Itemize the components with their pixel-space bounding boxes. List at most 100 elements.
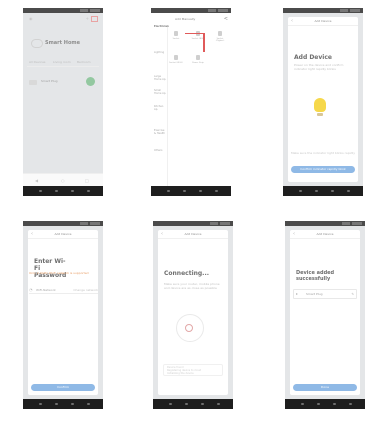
screen-added-success: ‹ Add Device Device added successfully ▸… <box>285 221 365 409</box>
nav-key[interactable] <box>169 403 172 405</box>
nav-key[interactable] <box>333 403 336 405</box>
tab-all[interactable]: All Devices <box>29 60 46 64</box>
nav-key[interactable] <box>87 190 90 192</box>
light-bulb-icon <box>314 98 326 112</box>
system-nav-bar <box>23 399 103 409</box>
nav-key[interactable] <box>71 190 74 192</box>
device-list-item[interactable]: Smart Plug <box>27 70 99 94</box>
power-toggle[interactable] <box>86 77 95 86</box>
home-switch-icon[interactable]: ◉ <box>29 16 33 21</box>
add-manually-page: Add Manually < Electrician Lighting Larg… <box>151 13 231 186</box>
add-device-subtitle: Power on the device and confirm indicato… <box>294 63 344 71</box>
status-icons <box>210 222 230 225</box>
progress-indicator <box>185 324 193 332</box>
wifi-name: WiFi-Network <box>36 288 56 292</box>
nav-key[interactable] <box>55 190 58 192</box>
device-tile[interactable]: Power Strip <box>191 55 205 64</box>
device-tile[interactable]: Socket (Zigbee) <box>213 31 227 42</box>
screen-add-device: ‹ Add Device Add Device Power on the dev… <box>283 8 363 196</box>
tab-home-icon[interactable]: ◀ <box>35 178 38 183</box>
nav-key[interactable] <box>185 403 188 405</box>
tab-living[interactable]: Living room <box>53 60 71 64</box>
tab-bedroom[interactable]: Bedroom <box>77 60 91 64</box>
nav-key[interactable] <box>39 190 42 192</box>
nav-key[interactable] <box>299 190 302 192</box>
confirm-button[interactable]: Confirm <box>31 384 95 391</box>
step-3: Initializing the device <box>167 372 194 375</box>
system-nav-bar <box>285 399 365 409</box>
socket-icon <box>218 31 222 36</box>
status-icons <box>80 9 100 12</box>
plug-icon: ▸ <box>296 291 299 296</box>
nav-key[interactable] <box>201 403 204 405</box>
device-tile[interactable]: Socket <box>169 31 183 40</box>
edit-icon[interactable]: ✎ <box>351 292 354 296</box>
page-title: Add Device <box>314 19 332 23</box>
nav-key[interactable] <box>71 403 74 405</box>
change-network-link[interactable]: Change network <box>73 288 98 292</box>
page-header: Add Manually < <box>151 13 231 23</box>
category-health[interactable]: Exercise & Health <box>154 129 167 135</box>
nav-key[interactable] <box>39 403 42 405</box>
category-electrician[interactable]: Electrician <box>154 25 169 28</box>
category-large-appliance[interactable]: Large Home Ap. <box>154 75 167 81</box>
page-header: ‹ Add Device <box>288 17 358 26</box>
page-header: ‹ Add Device <box>28 230 98 239</box>
wifi-heading: Enter Wi-Fi Password <box>34 258 67 279</box>
wifi-icon: ◔ <box>29 287 33 292</box>
system-nav-bar <box>283 186 363 196</box>
nav-key[interactable] <box>301 403 304 405</box>
category-kitchen[interactable]: Kitchen Ap. <box>154 105 167 111</box>
category-sidebar: Electrician Lighting Large Home Ap. Smal… <box>151 25 169 186</box>
system-nav-bar <box>153 399 233 409</box>
nav-key[interactable] <box>55 403 58 405</box>
plug-icon <box>29 80 37 85</box>
nav-key[interactable] <box>199 190 202 192</box>
page-title: Add Device <box>316 232 334 236</box>
nav-key[interactable] <box>349 403 352 405</box>
page-title: Add Manually <box>175 17 196 21</box>
status-bar <box>153 221 233 226</box>
home-icon <box>31 39 43 48</box>
add-device-icon[interactable]: + <box>86 16 89 21</box>
nav-key[interactable] <box>87 403 90 405</box>
light-bulb-base <box>317 113 323 116</box>
screen-wifi-password: ‹ Add Device Enter Wi-Fi Password Only 2… <box>23 221 103 409</box>
screen-connecting: ‹ Add Device Connecting... Make sure you… <box>153 221 233 409</box>
scan-icon[interactable]: < <box>224 16 228 22</box>
home-header: ◉ + <box>25 13 101 23</box>
nav-key[interactable] <box>315 190 318 192</box>
confirm-blink-button[interactable]: Confirm indicator rapidly blink <box>291 166 355 173</box>
nav-key[interactable] <box>215 190 218 192</box>
add-device-heading: Add Device <box>294 54 332 61</box>
success-heading: Device added successfully <box>296 270 335 282</box>
category-lighting[interactable]: Lighting <box>154 51 164 54</box>
category-small-appliance[interactable]: Small Home Ap. <box>154 89 167 95</box>
bottom-tab-bar: ◀ ○ □ <box>23 173 103 186</box>
nav-key[interactable] <box>183 190 186 192</box>
nav-key[interactable] <box>317 403 320 405</box>
tab-me-icon[interactable]: □ <box>85 178 89 183</box>
device-tile[interactable]: Socket (Wi-Fi) <box>169 55 183 64</box>
status-bar <box>285 221 365 226</box>
menu-icon[interactable] <box>91 16 98 22</box>
device-name: Smart Plug <box>41 79 58 83</box>
tab-smart-icon[interactable]: ○ <box>61 178 65 183</box>
category-others[interactable]: Others <box>154 149 162 152</box>
nav-key[interactable] <box>347 190 350 192</box>
system-nav-bar <box>23 186 103 196</box>
power-strip-icon <box>196 55 200 60</box>
wifi-network-row[interactable]: ◔ WiFi-Network Change network <box>29 287 98 294</box>
done-button[interactable]: Done <box>293 384 357 391</box>
system-nav-bar <box>151 186 231 196</box>
indicator-tip: Make sure the indicator light blinks rap… <box>291 151 355 155</box>
nav-key[interactable] <box>167 190 170 192</box>
status-icons <box>80 222 100 225</box>
home-name[interactable]: Smart Home <box>45 40 80 46</box>
nav-key[interactable] <box>217 403 220 405</box>
connecting-subtitle: Make sure your router, mobile phone and … <box>164 282 220 290</box>
nav-key[interactable] <box>331 190 334 192</box>
room-tabs: All Devices Living room Bedroom <box>27 60 99 67</box>
added-device-row[interactable]: ▸ Smart Plug ✎ <box>293 289 357 299</box>
page-title: Add Device <box>184 232 202 236</box>
